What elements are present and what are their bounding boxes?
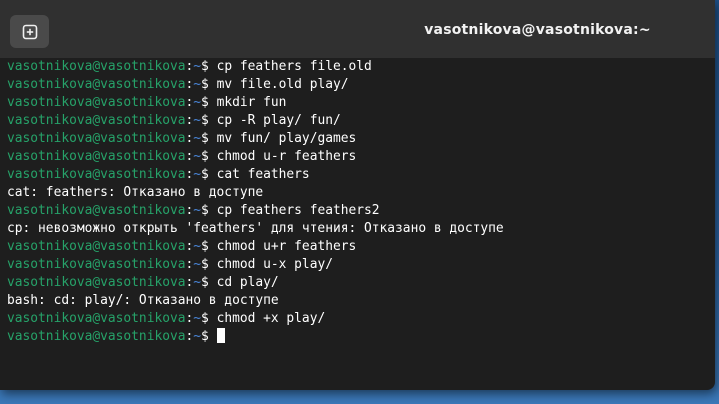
prompt-user: vasotnikova@vasotnikova <box>7 113 186 128</box>
prompt-path: ~ <box>193 113 202 128</box>
prompt-user: vasotnikova@vasotnikova <box>7 95 186 110</box>
command-text: chmod u-x play/ <box>216 257 333 272</box>
terminal-prompt-line: vasotnikova@vasotnikova:~$ mv fun/ play/… <box>7 130 715 148</box>
terminal-prompt-line: vasotnikova@vasotnikova:~$ cat feathers <box>7 166 715 184</box>
prompt-path: ~ <box>193 275 202 290</box>
output-text: bash: cd: play/: Отказано в доступе <box>7 293 279 308</box>
prompt-path: ~ <box>193 167 202 182</box>
prompt-symbol: $ <box>201 95 209 110</box>
command-text: cp feathers file.old <box>216 59 372 74</box>
title-bar[interactable]: vasotnikova@vasotnikova:~ <box>0 0 715 58</box>
terminal-output-line: cp: невозможно открыть 'feathers' для чт… <box>7 220 715 238</box>
command-text: cd play/ <box>216 275 279 290</box>
command-text: chmod +x play/ <box>216 311 326 326</box>
prompt-user: vasotnikova@vasotnikova <box>7 203 186 218</box>
command-text: mkdir fun <box>216 95 287 110</box>
prompt-user: vasotnikova@vasotnikova <box>7 257 186 272</box>
prompt-user: vasotnikova@vasotnikova <box>7 131 186 146</box>
text-cursor <box>216 328 225 343</box>
command-text: mv fun/ play/games <box>216 131 357 146</box>
prompt-user: vasotnikova@vasotnikova <box>7 59 186 74</box>
prompt-path: ~ <box>193 203 202 218</box>
command-text: cat feathers <box>216 167 310 182</box>
terminal-output-line: cat: feathers: Отказано в доступе <box>7 184 715 202</box>
output-text: cat: feathers: Отказано в доступе <box>7 185 264 200</box>
prompt-user: vasotnikova@vasotnikova <box>7 167 186 182</box>
command-text: chmod u+r feathers <box>216 239 357 254</box>
command-text: cp feathers feathers2 <box>216 203 380 218</box>
desktop-background: vasotnikova@vasotnikova:~ vasotnikova@va… <box>0 0 719 404</box>
prompt-symbol: $ <box>201 149 209 164</box>
terminal-output-line: bash: cd: play/: Отказано в доступе <box>7 292 715 310</box>
new-tab-button[interactable] <box>10 15 49 48</box>
prompt-path: ~ <box>193 329 202 344</box>
prompt-user: vasotnikova@vasotnikova <box>7 77 186 92</box>
prompt-symbol: $ <box>201 167 209 182</box>
prompt-symbol: $ <box>201 257 209 272</box>
prompt-path: ~ <box>193 131 202 146</box>
prompt-user: vasotnikova@vasotnikova <box>7 275 186 290</box>
output-text: cp: невозможно открыть 'feathers' для чт… <box>7 221 504 236</box>
prompt-symbol: $ <box>201 329 209 344</box>
prompt-user: vasotnikova@vasotnikova <box>7 329 186 344</box>
command-text: mv file.old play/ <box>216 77 349 92</box>
terminal-prompt-line: vasotnikova@vasotnikova:~$ chmod u-x pla… <box>7 256 715 274</box>
terminal-prompt-line: vasotnikova@vasotnikova:~$ chmod u-r fea… <box>7 148 715 166</box>
prompt-path: ~ <box>193 311 202 326</box>
terminal-prompt-line: vasotnikova@vasotnikova:~$ cp -R play/ f… <box>7 112 715 130</box>
prompt-symbol: $ <box>201 59 209 74</box>
terminal-prompt-line: vasotnikova@vasotnikova:~$ mv file.old p… <box>7 76 715 94</box>
terminal-prompt-line: vasotnikova@vasotnikova:~$ cp feathers f… <box>7 58 715 76</box>
prompt-path: ~ <box>193 149 202 164</box>
prompt-path: ~ <box>193 59 202 74</box>
terminal-output[interactable]: vasotnikova@vasotnikova:~$ cp feathers f… <box>7 58 715 390</box>
command-text: cp -R play/ fun/ <box>216 113 341 128</box>
prompt-symbol: $ <box>201 203 209 218</box>
prompt-symbol: $ <box>201 131 209 146</box>
prompt-symbol: $ <box>201 311 209 326</box>
terminal-prompt-line: vasotnikova@vasotnikova:~$ mkdir fun <box>7 94 715 112</box>
prompt-path: ~ <box>193 95 202 110</box>
prompt-path: ~ <box>193 257 202 272</box>
prompt-symbol: $ <box>201 239 209 254</box>
terminal-prompt-line: vasotnikova@vasotnikova:~$ cp feathers f… <box>7 202 715 220</box>
prompt-user: vasotnikova@vasotnikova <box>7 311 186 326</box>
prompt-symbol: $ <box>201 77 209 92</box>
prompt-path: ~ <box>193 77 202 92</box>
window-title: vasotnikova@vasotnikova:~ <box>424 22 651 38</box>
terminal-window[interactable]: vasotnikova@vasotnikova:~ vasotnikova@va… <box>0 0 715 390</box>
command-text: chmod u-r feathers <box>216 149 357 164</box>
prompt-user: vasotnikova@vasotnikova <box>7 239 186 254</box>
prompt-path: ~ <box>193 239 202 254</box>
prompt-user: vasotnikova@vasotnikova <box>7 149 186 164</box>
terminal-prompt-line: vasotnikova@vasotnikova:~$ <box>7 328 715 346</box>
prompt-symbol: $ <box>201 275 209 290</box>
terminal-prompt-line: vasotnikova@vasotnikova:~$ cd play/ <box>7 274 715 292</box>
terminal-prompt-line: vasotnikova@vasotnikova:~$ chmod +x play… <box>7 310 715 328</box>
plus-square-icon <box>22 24 37 39</box>
terminal-prompt-line: vasotnikova@vasotnikova:~$ chmod u+r fea… <box>7 238 715 256</box>
prompt-symbol: $ <box>201 113 209 128</box>
